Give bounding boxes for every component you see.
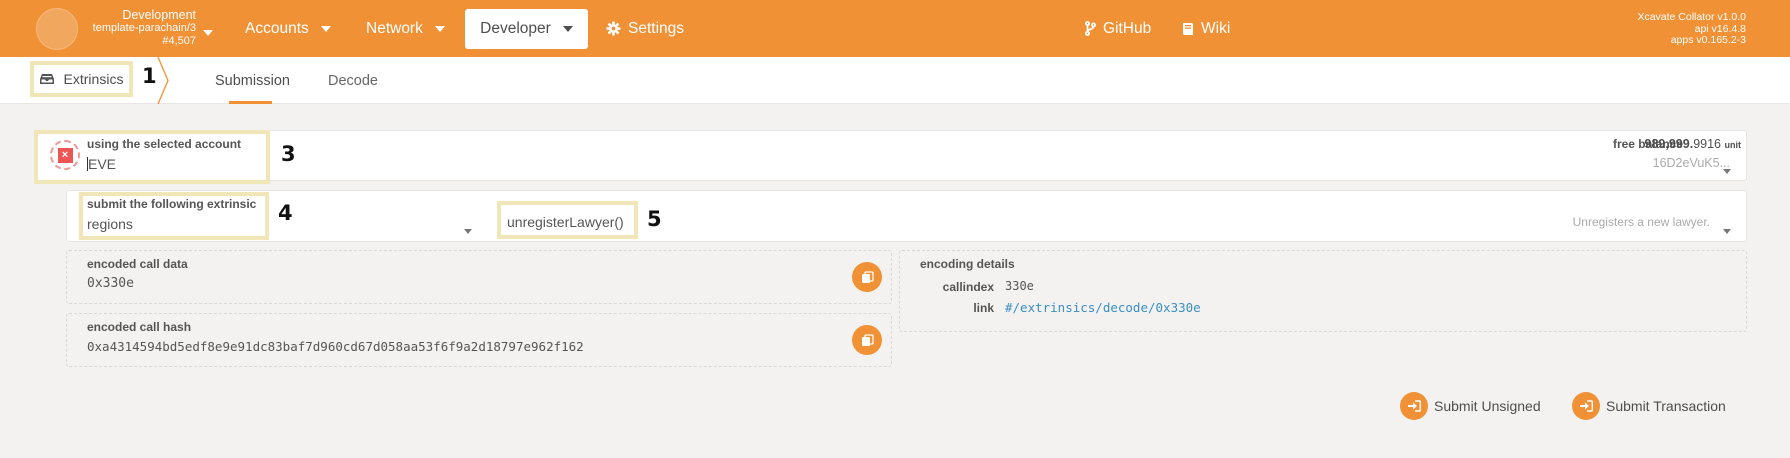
annotation-label: 1 [142,64,157,88]
code-branch-icon [1085,21,1096,36]
submit-unsigned-label: Submit Unsigned [1434,398,1541,414]
active-tab-indicator [229,101,272,104]
callindex-label: callindex [942,280,994,294]
apps-version: apps v0.165.2-3 [1670,34,1746,46]
chevron-down-icon[interactable] [464,221,472,239]
nav-network[interactable]: Network [366,0,445,57]
chevron-down-icon[interactable] [1723,161,1731,179]
nav-github-label: GitHub [1103,19,1152,37]
book-icon [1182,22,1194,36]
account-address[interactable]: 16D2eVuK5... [1653,156,1730,170]
annotation-label: 4 [278,201,293,225]
encoded-call-hash-label: encoded call hash [87,320,192,334]
nav-developer-label: Developer [480,20,551,37]
encoding-details-label: encoding details [920,257,1015,271]
gear-icon [606,21,621,36]
nav-accounts[interactable]: Accounts [245,0,331,57]
encoded-call-data-panel [66,250,892,304]
account-label: using the selected account [87,137,242,151]
chevron-down-icon [434,25,445,32]
chain-name: Development [122,8,196,22]
nav-accounts-label: Accounts [245,19,309,37]
breadcrumb-label: Extrinsics [63,71,124,87]
node-version: Xcavate Collator v1.0.0 [1637,11,1746,23]
link-label: link [973,301,994,315]
nav-wiki-label: Wiki [1201,19,1231,37]
encoded-call-data-value[interactable]: 0x330e [87,276,134,291]
balance-fraction: 9916 [1693,137,1722,151]
block-number: #4,507 [162,35,196,47]
chevron-down-icon[interactable] [203,23,213,41]
top-navigation-bar: Development template-parachain/3 #4,507 … [0,0,1790,57]
sign-in-icon [1400,392,1428,420]
encoded-call-hash-value[interactable]: 0xa4314594bd5edf8e9e91dc83baf7d960cd67d0… [87,339,584,354]
tab-submission[interactable]: Submission [215,57,290,104]
nav-wiki[interactable]: Wiki [1182,0,1230,57]
call-description: Unregisters a new lawyer. [1572,215,1710,229]
chain-logo[interactable] [36,8,78,50]
decode-link[interactable]: #/extrinsics/decode/0x330e [1005,300,1201,315]
inbox-icon [39,74,54,84]
nav-github[interactable]: GitHub [1085,0,1151,57]
free-balance-value: 989,999.9916 unit [1645,137,1741,151]
breadcrumb[interactable]: Extrinsics [30,61,133,97]
chevron-down-icon[interactable] [1723,221,1731,239]
balance-unit: unit [1724,140,1742,150]
tab-decode[interactable]: Decode [328,57,378,104]
pallet-select[interactable]: regions [87,216,133,232]
account-select[interactable]: EVE [87,156,116,172]
chain-selector[interactable]: Development template-parachain/3 #4,507 [84,9,196,48]
nav-settings-label: Settings [628,19,685,37]
copy-button[interactable] [852,262,882,292]
tab-bar: Extrinsics 1 Submission Decode [0,57,1790,104]
submit-unsigned-button[interactable]: Submit Unsigned [1400,392,1541,420]
extrinsic-row [66,190,1747,242]
nav-network-label: Network [366,19,423,37]
call-select[interactable]: unregisterLawyer() [507,214,624,230]
balance-integer: 989,999. [1644,137,1694,151]
encoded-call-data-label: encoded call data [87,257,188,271]
submit-transaction-label: Submit Transaction [1606,398,1726,414]
sign-in-icon [1572,392,1600,420]
chevron-down-icon [320,25,331,32]
submit-transaction-button[interactable]: Submit Transaction [1572,392,1726,420]
extrinsic-label: submit the following extrinsic [87,197,257,211]
annotation-label: 3 [281,142,296,166]
copy-icon [861,270,874,283]
copy-icon [861,333,874,346]
copy-button[interactable] [852,325,882,355]
nav-developer[interactable]: Developer [465,9,588,49]
nav-settings[interactable]: Settings [606,0,684,57]
account-value: EVE [88,156,117,172]
callindex-value: 330e [1005,279,1034,293]
version-info: Xcavate Collator v1.0.0 api v16.4.8 apps… [1637,11,1746,47]
annotation-label: 5 [647,207,662,231]
breadcrumb-chevron [157,57,169,104]
chain-runtime: template-parachain/3 [92,22,196,34]
chevron-down-icon [562,26,573,32]
